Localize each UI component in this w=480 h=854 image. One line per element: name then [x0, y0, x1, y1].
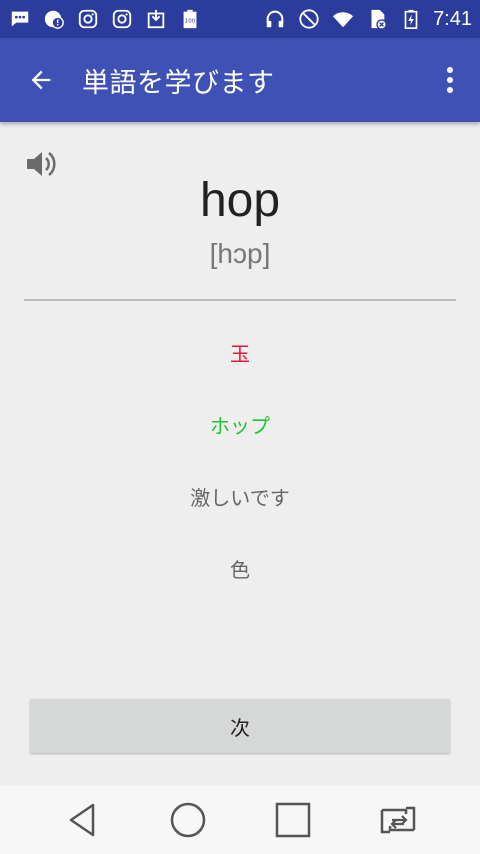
answer-option[interactable]: 玉: [0, 330, 480, 375]
clock: 7:41: [433, 7, 472, 30]
recents-square-icon: [275, 802, 310, 838]
switch-app-icon: [380, 806, 415, 834]
app-toolbar: 単語を学びます: [0, 38, 480, 122]
next-button[interactable]: 次: [30, 699, 450, 753]
battery-100-icon: 100: [178, 7, 202, 31]
back-triangle-icon: [69, 803, 94, 837]
divider: [24, 299, 456, 301]
do-not-disturb-icon: [297, 7, 321, 31]
back-button[interactable]: [0, 38, 82, 122]
phonetic-text: [hɔp]: [209, 238, 271, 269]
nav-switch-app-button[interactable]: [368, 790, 428, 850]
instagram-icon: [110, 7, 134, 31]
answer-option[interactable]: 激しいです: [0, 474, 480, 519]
more-vert-icon: [447, 67, 453, 93]
screen: 100 7:41 単語を学びます hop [hɔp] 玉 ホップ 激しいです 色…: [0, 0, 480, 854]
home-circle-icon: [170, 802, 205, 838]
headphones-icon: [263, 7, 287, 31]
download-icon: [144, 7, 168, 31]
chat-icon: [8, 7, 32, 31]
notification-icons: 100: [8, 7, 202, 31]
nav-recents-button[interactable]: [263, 790, 323, 850]
answer-option[interactable]: ホップ: [0, 402, 480, 447]
alert-icon: [42, 7, 66, 31]
no-sim-icon: [365, 7, 389, 31]
navigation-bar: [0, 786, 480, 854]
answer-option[interactable]: 色: [0, 546, 480, 591]
svg-text:100: 100: [185, 19, 196, 25]
page-title: 単語を学びます: [82, 67, 275, 99]
nav-home-button[interactable]: [158, 790, 218, 850]
wifi-icon: [331, 7, 355, 31]
nav-back-button[interactable]: [53, 790, 113, 850]
overflow-menu-button[interactable]: [420, 38, 480, 122]
system-icons: 7:41: [263, 7, 472, 31]
instagram-icon: [76, 7, 100, 31]
battery-charging-icon: [399, 7, 423, 31]
status-bar: 100 7:41: [0, 0, 480, 38]
arrow-back-icon: [31, 70, 51, 90]
word-text: hop: [199, 174, 281, 227]
